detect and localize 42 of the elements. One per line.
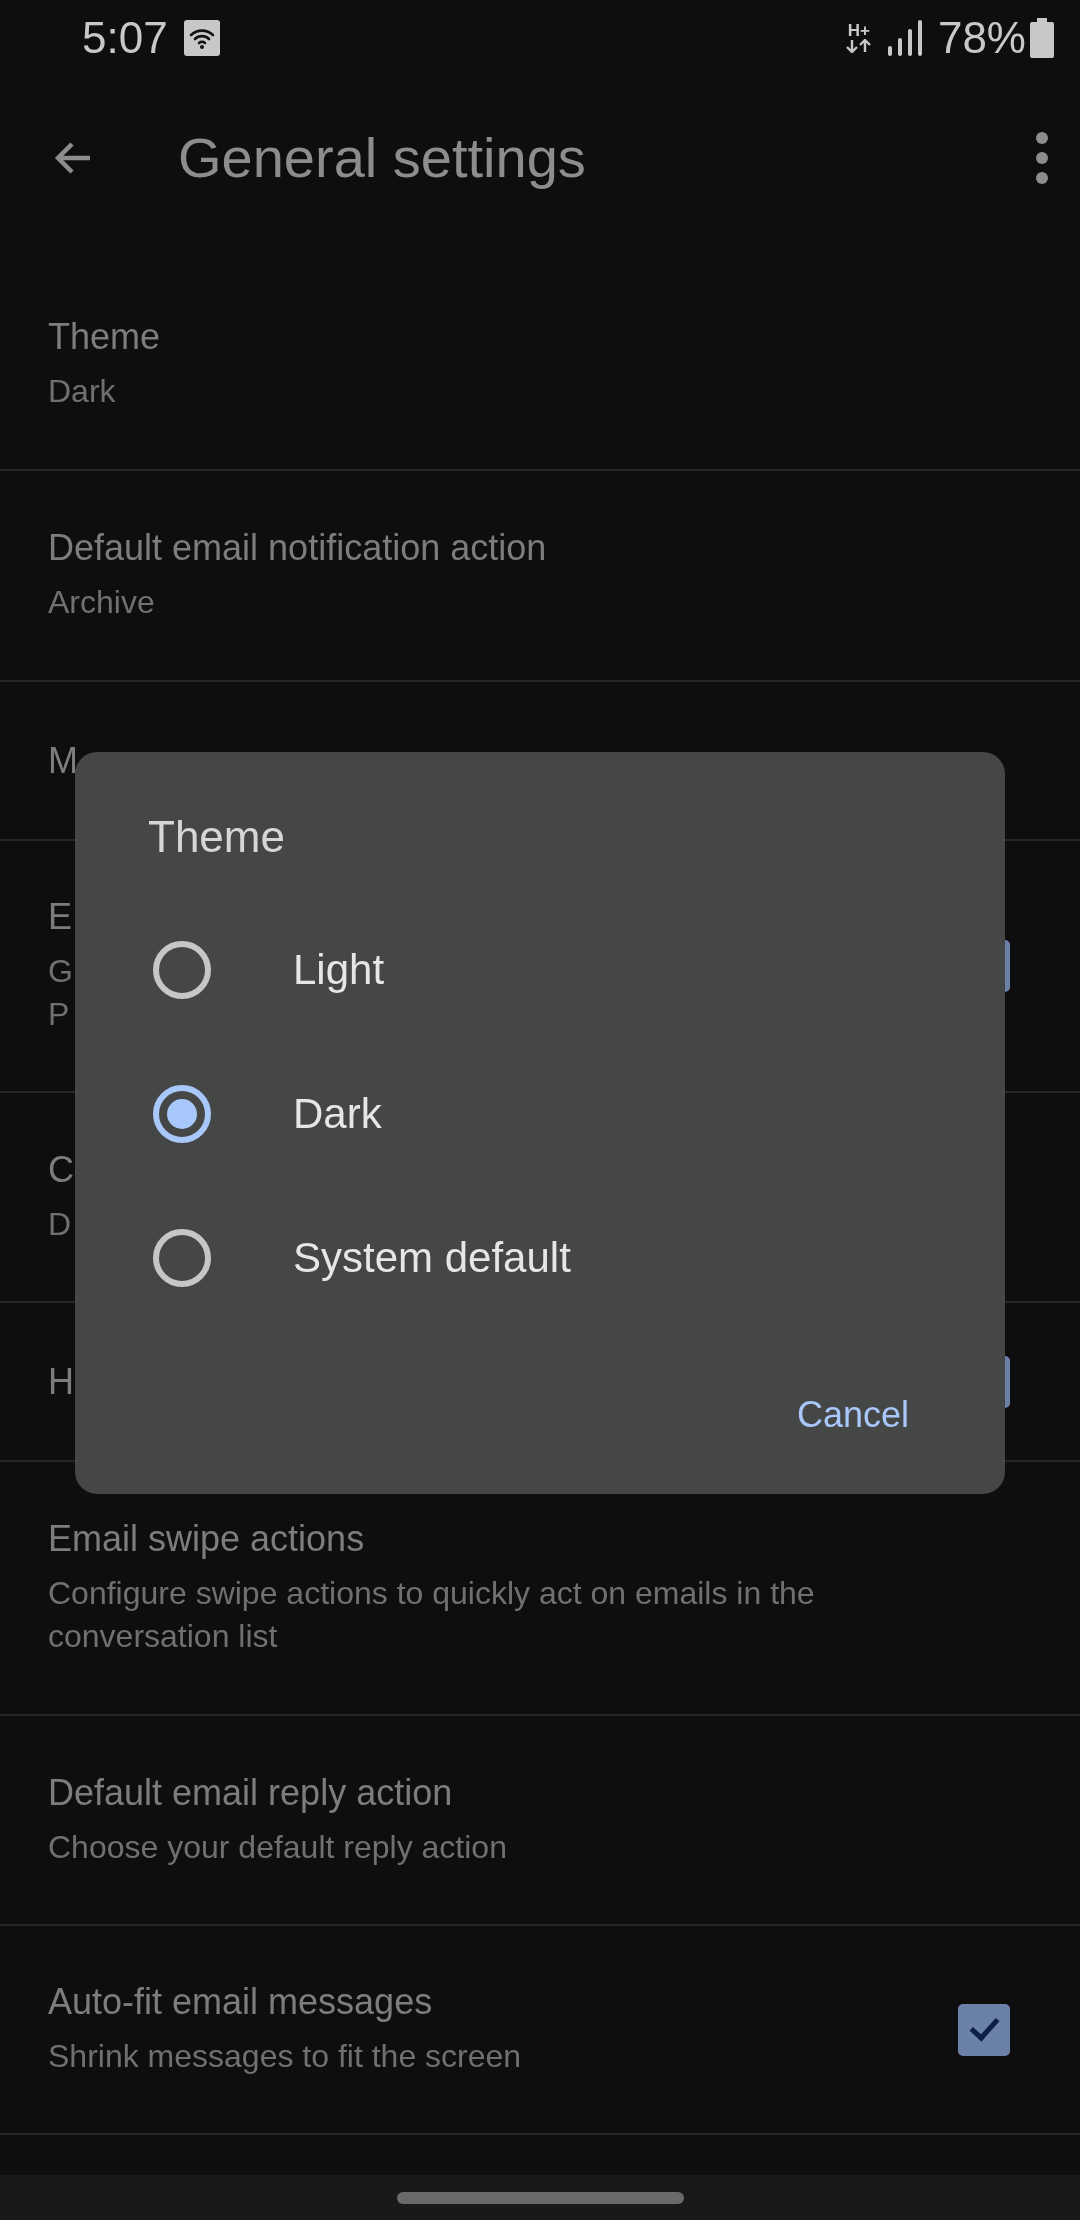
option-label: System default (293, 1234, 571, 1282)
option-label: Light (293, 946, 385, 994)
home-handle[interactable] (396, 2191, 684, 2204)
setting-title: Email swipe actions (48, 1518, 366, 1560)
clock-time: 5:07 (82, 12, 168, 63)
setting-description: Configure swipe actions to quickly act on emails in the conversation list (48, 1574, 816, 1656)
setting-description: D (48, 1204, 73, 1244)
setting-title: Default email notification action (48, 527, 547, 569)
setting-row[interactable]: Auto-fit email messages Shrink messages to fit the screen (0, 1926, 1080, 2135)
option-label: Dark (293, 1090, 382, 1138)
checkbox[interactable] (958, 2003, 1010, 2056)
battery-icon (1030, 17, 1054, 58)
setting-row[interactable]: Theme Dark (0, 260, 1080, 471)
more-vertical-icon (1036, 131, 1048, 184)
setting-title: C (48, 1148, 74, 1191)
battery-percent: 78% (937, 12, 1026, 63)
setting-title: Auto-fit email messages (48, 1981, 434, 2023)
data-arrows-icon (845, 39, 872, 53)
cancel-button[interactable]: Cancel (790, 1386, 915, 1444)
theme-option[interactable]: System default (148, 1186, 1005, 1330)
screen-title: General settings (178, 125, 587, 190)
setting-description: Choose your default reply action (48, 1827, 507, 1867)
setting-title: M (48, 739, 78, 782)
radio-button[interactable] (153, 1229, 211, 1287)
dialog-title: Theme (148, 812, 286, 862)
setting-title: H (48, 1360, 74, 1403)
theme-option[interactable]: Dark (148, 1042, 1005, 1186)
setting-row[interactable]: Default email notification action Archive (0, 471, 1080, 682)
setting-description: Dark (48, 372, 117, 411)
setting-description: Archive (48, 583, 156, 622)
setting-title: Theme (48, 316, 161, 358)
network-type: H+ (847, 22, 871, 39)
setting-description: Shrink messages to fit the screen (48, 2037, 522, 2076)
radio-button[interactable] (153, 1085, 211, 1143)
wifi-icon (183, 19, 220, 56)
radio-button[interactable] (153, 941, 211, 999)
theme-option[interactable]: Light (148, 898, 1005, 1042)
setting-title: E (48, 896, 73, 938)
setting-title: Default email reply action (48, 1771, 454, 1814)
signal-icon (887, 19, 922, 56)
setting-description: G P (48, 952, 73, 1034)
setting-row[interactable]: Default email reply action Choose your default reply action (0, 1716, 1080, 1926)
